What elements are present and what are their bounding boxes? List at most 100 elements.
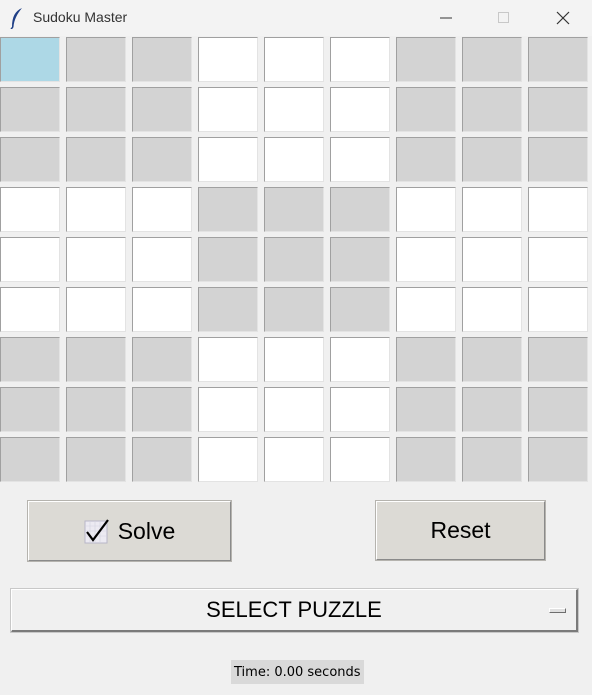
sudoku-cell[interactable] — [528, 137, 588, 182]
sudoku-cell[interactable] — [264, 187, 324, 232]
sudoku-cell[interactable] — [198, 387, 258, 432]
select-puzzle-label: SELECT PUZZLE — [206, 597, 382, 622]
sudoku-cell[interactable] — [528, 37, 588, 82]
sudoku-cell[interactable] — [462, 237, 522, 282]
minimize-button[interactable] — [423, 0, 469, 36]
sudoku-cell[interactable] — [132, 287, 192, 332]
sudoku-cell[interactable] — [66, 437, 126, 482]
sudoku-cell[interactable] — [462, 137, 522, 182]
sudoku-cell[interactable] — [132, 137, 192, 182]
sudoku-cell[interactable] — [396, 37, 456, 82]
checkmark-icon — [84, 518, 110, 544]
sudoku-cell[interactable] — [132, 387, 192, 432]
sudoku-cell[interactable] — [66, 37, 126, 82]
sudoku-cell[interactable] — [528, 187, 588, 232]
select-puzzle-menu[interactable]: SELECT PUZZLE — [11, 589, 578, 632]
sudoku-cell[interactable] — [462, 387, 522, 432]
sudoku-cell[interactable] — [462, 187, 522, 232]
sudoku-cell[interactable] — [66, 337, 126, 382]
sudoku-cell[interactable] — [264, 287, 324, 332]
sudoku-cell[interactable] — [0, 187, 60, 232]
sudoku-cell[interactable] — [264, 87, 324, 132]
maximize-icon — [498, 12, 509, 23]
feather-icon — [10, 8, 22, 29]
maximize-button[interactable] — [481, 0, 527, 36]
sudoku-cell[interactable] — [132, 237, 192, 282]
sudoku-cell[interactable] — [462, 337, 522, 382]
sudoku-cell[interactable] — [264, 37, 324, 82]
solve-button[interactable]: Solve — [28, 501, 231, 561]
sudoku-cell[interactable] — [198, 237, 258, 282]
sudoku-cell[interactable] — [0, 37, 60, 82]
solve-label: Solve — [117, 517, 176, 544]
sudoku-cell[interactable] — [66, 137, 126, 182]
sudoku-cell[interactable] — [198, 437, 258, 482]
sudoku-cell[interactable] — [0, 437, 60, 482]
close-icon — [556, 11, 570, 25]
sudoku-cell[interactable] — [462, 87, 522, 132]
sudoku-cell[interactable] — [0, 237, 60, 282]
sudoku-cell[interactable] — [132, 337, 192, 382]
sudoku-cell[interactable] — [462, 437, 522, 482]
reset-button[interactable]: Reset — [376, 501, 545, 560]
sudoku-cell[interactable] — [66, 187, 126, 232]
sudoku-cell[interactable] — [0, 287, 60, 332]
sudoku-cell[interactable] — [264, 437, 324, 482]
window-title: Sudoku Master — [33, 9, 128, 25]
minimize-icon — [440, 17, 452, 19]
sudoku-cell[interactable] — [132, 437, 192, 482]
sudoku-cell[interactable] — [396, 287, 456, 332]
sudoku-cell[interactable] — [330, 437, 390, 482]
sudoku-cell[interactable] — [66, 237, 126, 282]
sudoku-cell[interactable] — [198, 187, 258, 232]
sudoku-cell[interactable] — [132, 187, 192, 232]
sudoku-cell[interactable] — [198, 37, 258, 82]
sudoku-cell[interactable] — [330, 87, 390, 132]
sudoku-cell[interactable] — [330, 287, 390, 332]
sudoku-cell[interactable] — [198, 287, 258, 332]
sudoku-cell[interactable] — [396, 187, 456, 232]
sudoku-cell[interactable] — [396, 87, 456, 132]
sudoku-cell[interactable] — [396, 437, 456, 482]
sudoku-cell[interactable] — [132, 37, 192, 82]
sudoku-cell[interactable] — [528, 87, 588, 132]
sudoku-cell[interactable] — [396, 387, 456, 432]
sudoku-cell[interactable] — [330, 237, 390, 282]
sudoku-cell[interactable] — [198, 87, 258, 132]
close-button[interactable] — [540, 0, 586, 36]
sudoku-cell[interactable] — [0, 387, 60, 432]
sudoku-grid — [0, 37, 592, 485]
sudoku-cell[interactable] — [462, 37, 522, 82]
sudoku-cell[interactable] — [132, 87, 192, 132]
sudoku-cell[interactable] — [396, 137, 456, 182]
sudoku-cell[interactable] — [198, 137, 258, 182]
reset-label: Reset — [430, 517, 491, 543]
sudoku-cell[interactable] — [528, 387, 588, 432]
sudoku-cell[interactable] — [330, 137, 390, 182]
sudoku-cell[interactable] — [528, 337, 588, 382]
sudoku-cell[interactable] — [198, 337, 258, 382]
sudoku-cell[interactable] — [330, 187, 390, 232]
timer-label: Time: 0.00 seconds — [231, 660, 364, 684]
sudoku-cell[interactable] — [330, 387, 390, 432]
sudoku-cell[interactable] — [66, 87, 126, 132]
sudoku-cell[interactable] — [462, 287, 522, 332]
sudoku-cell[interactable] — [0, 137, 60, 182]
sudoku-cell[interactable] — [0, 337, 60, 382]
sudoku-cell[interactable] — [396, 337, 456, 382]
sudoku-cell[interactable] — [66, 287, 126, 332]
sudoku-cell[interactable] — [528, 437, 588, 482]
sudoku-cell[interactable] — [264, 337, 324, 382]
sudoku-cell[interactable] — [528, 287, 588, 332]
sudoku-cell[interactable] — [396, 237, 456, 282]
sudoku-cell[interactable] — [264, 387, 324, 432]
option-menu-indicator-icon — [549, 608, 566, 613]
sudoku-cell[interactable] — [0, 87, 60, 132]
sudoku-cell[interactable] — [330, 37, 390, 82]
title-bar: Sudoku Master — [0, 0, 592, 36]
sudoku-cell[interactable] — [264, 237, 324, 282]
sudoku-cell[interactable] — [66, 387, 126, 432]
sudoku-cell[interactable] — [264, 137, 324, 182]
sudoku-cell[interactable] — [528, 237, 588, 282]
sudoku-cell[interactable] — [330, 337, 390, 382]
